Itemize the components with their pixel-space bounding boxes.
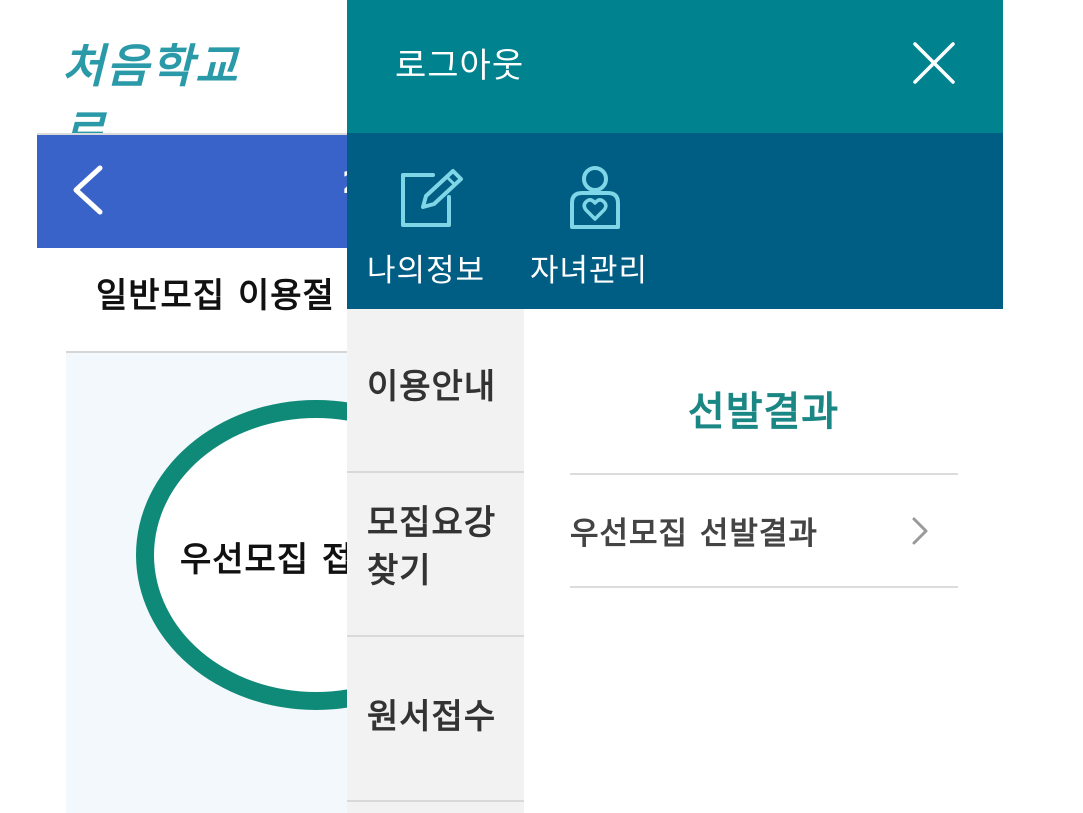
category-usage-guide[interactable]: 이용안내 xyxy=(347,309,524,473)
drawer-quick-links: 나의정보 자녀관리 xyxy=(347,133,1003,309)
child-management-link[interactable]: 자녀관리 xyxy=(530,133,670,309)
submenu-panel: 선발결과 우선모집 선발결과 xyxy=(524,309,1003,813)
submenu-item-priority-results[interactable]: 우선모집 선발결과 xyxy=(570,475,958,586)
side-drawer: 로그아웃 나의정보 자녀관리 이용안내 모집요강 찾기 원서접수 선발결과 우선… xyxy=(347,0,1003,813)
ring-label: 우선모집 접 xyxy=(180,540,355,580)
my-info-label: 나의정보 xyxy=(367,253,486,289)
category-label: 원서접수 xyxy=(367,697,497,737)
category-label: 이용안내 xyxy=(367,367,497,407)
category-application[interactable]: 원서접수 xyxy=(347,637,524,802)
back-icon[interactable] xyxy=(66,162,110,218)
drawer-top-bar: 로그아웃 xyxy=(347,0,1003,133)
category-label: 모집요강 찾기 xyxy=(367,503,497,591)
chevron-right-icon xyxy=(912,517,928,545)
my-info-link[interactable]: 나의정보 xyxy=(367,133,507,309)
category-list: 이용안내 모집요강 찾기 원서접수 xyxy=(347,309,524,813)
category-find-guidelines[interactable]: 모집요강 찾기 xyxy=(347,473,524,637)
edit-note-icon xyxy=(401,169,463,227)
logout-link[interactable]: 로그아웃 xyxy=(395,38,524,87)
child-heart-icon xyxy=(570,166,620,229)
submenu-title: 선발결과 xyxy=(687,389,840,435)
site-logo[interactable]: 처음학교로 xyxy=(62,18,282,159)
submenu-divider xyxy=(570,586,958,588)
close-icon[interactable] xyxy=(911,40,957,86)
child-management-label: 자녀관리 xyxy=(530,253,649,289)
submenu-item-label: 우선모집 선발결과 xyxy=(570,516,818,552)
section-title: 일반모집 이용절 xyxy=(96,276,335,316)
